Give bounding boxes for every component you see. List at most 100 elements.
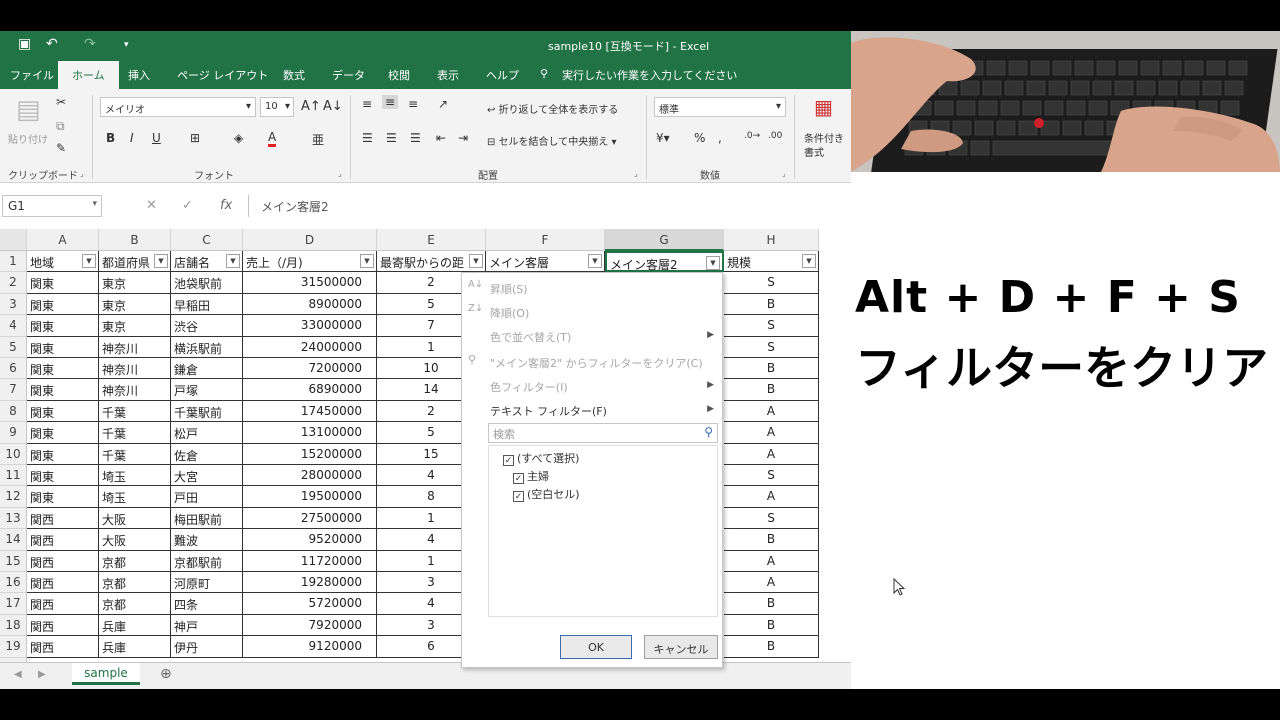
row-header[interactable]: 12	[0, 486, 27, 508]
conditional-format-icon[interactable]: ▦	[814, 95, 833, 119]
dialog-launcher-icon[interactable]: ⌟	[634, 169, 638, 178]
table-cell[interactable]: 佐倉	[171, 443, 243, 465]
dialog-launcher-icon[interactable]: ⌟	[782, 169, 786, 178]
table-cell[interactable]: 関西	[27, 529, 99, 551]
align-right-icon[interactable]: ☰	[410, 131, 421, 145]
table-cell[interactable]: 24000000	[243, 336, 377, 358]
font-size-combo[interactable]: 10 ▾	[260, 97, 294, 117]
table-cell[interactable]: 11720000	[243, 550, 377, 572]
filter-dropdown-icon[interactable]: ▼	[588, 254, 602, 268]
table-cell[interactable]: A	[724, 400, 819, 423]
table-cell[interactable]: 神奈川	[99, 358, 171, 380]
table-cell[interactable]: 埼玉	[99, 465, 171, 487]
table-cell[interactable]: S	[724, 315, 819, 337]
row-header[interactable]: 19	[0, 636, 27, 658]
table-cell[interactable]: B	[724, 593, 819, 615]
clear-filter-item[interactable]: "メイン客層2" からフィルターをクリア(C)	[490, 355, 703, 371]
tab-insert[interactable]: 挿入	[128, 67, 150, 83]
table-cell[interactable]: 東京	[99, 315, 171, 337]
undo-icon[interactable]: ↶	[46, 36, 58, 52]
table-cell[interactable]: 19500000	[243, 486, 377, 508]
table-cell[interactable]: 関東	[27, 400, 99, 423]
row-header[interactable]: 2	[0, 272, 27, 294]
table-cell[interactable]: 関西	[27, 507, 99, 530]
table-cell[interactable]: 28000000	[243, 465, 377, 487]
table-cell[interactable]: A	[724, 486, 819, 508]
table-cell[interactable]: 千葉駅前	[171, 400, 243, 423]
cancel-button[interactable]: キャンセル	[644, 635, 718, 659]
decrease-font-icon[interactable]: A↓	[323, 99, 343, 114]
table-cell[interactable]: 19280000	[243, 572, 377, 594]
table-cell[interactable]: 関西	[27, 636, 99, 658]
orientation-icon[interactable]: ↗	[438, 97, 448, 111]
sort-by-color-item[interactable]: 色で並べ替え(T)	[490, 329, 571, 345]
header-cell[interactable]: 売上（/月) ▼	[243, 251, 377, 273]
table-cell[interactable]: 関西	[27, 593, 99, 615]
font-color-icon[interactable]: A	[268, 131, 277, 147]
font-name-combo[interactable]: メイリオ ▾	[100, 97, 256, 117]
dialog-launcher-icon[interactable]: ⌟	[80, 169, 84, 178]
table-cell[interactable]: 6890000	[243, 379, 377, 401]
currency-icon[interactable]: ¥▾	[656, 131, 670, 145]
tell-me-box[interactable]: 実行したい作業を入力してください	[562, 67, 737, 83]
table-cell[interactable]: B	[724, 293, 819, 316]
header-cell[interactable]: 地域 ▼	[27, 251, 99, 273]
table-cell[interactable]: 戸塚	[171, 379, 243, 401]
table-cell[interactable]: 埼玉	[99, 486, 171, 508]
paste-button[interactable]: 貼り付け	[8, 131, 48, 146]
customize-toolbar-icon[interactable]: ▾	[124, 40, 129, 50]
table-cell[interactable]: 関東	[27, 336, 99, 358]
table-cell[interactable]: 梅田駅前	[171, 507, 243, 530]
table-cell[interactable]: B	[724, 614, 819, 637]
header-cell[interactable]: 都道府県 ▼	[99, 251, 171, 273]
filter-search-input[interactable]: 検索 ⚲	[488, 423, 718, 443]
table-cell[interactable]: 7200000	[243, 358, 377, 380]
row-header[interactable]: 17	[0, 593, 27, 615]
table-cell[interactable]: B	[724, 379, 819, 401]
ok-button[interactable]: OK	[560, 635, 632, 659]
bold-icon[interactable]: B	[106, 131, 115, 145]
percent-icon[interactable]: %	[694, 131, 705, 145]
column-header-e[interactable]: E	[377, 229, 486, 251]
table-cell[interactable]: A	[724, 550, 819, 572]
tab-help[interactable]: ヘルプ	[486, 67, 519, 83]
table-cell[interactable]: S	[724, 336, 819, 358]
number-format-combo[interactable]: 標準 ▾	[654, 97, 786, 117]
align-top-icon[interactable]: ≡	[362, 97, 372, 111]
filter-dropdown-icon[interactable]: ▼	[82, 254, 96, 268]
formula-input[interactable]: メイン客層2	[248, 195, 851, 217]
italic-icon[interactable]: I	[130, 131, 134, 145]
select-all-corner[interactable]	[0, 229, 27, 251]
table-cell[interactable]: 大宮	[171, 465, 243, 487]
table-cell[interactable]: 東京	[99, 272, 171, 294]
row-header[interactable]: 3	[0, 293, 27, 316]
tab-formulas[interactable]: 数式	[283, 67, 305, 83]
column-header-g[interactable]: G	[605, 229, 724, 251]
table-cell[interactable]: S	[724, 465, 819, 487]
color-filter-item[interactable]: 色フィルター(I)	[490, 379, 568, 395]
row-header[interactable]: 11	[0, 465, 27, 487]
table-cell[interactable]: 関東	[27, 443, 99, 465]
row-header[interactable]: 13	[0, 507, 27, 530]
table-cell[interactable]: 千葉	[99, 400, 171, 423]
dialog-launcher-icon[interactable]: ⌟	[338, 169, 342, 178]
table-cell[interactable]: 京都	[99, 572, 171, 594]
phonetic-icon[interactable]: 亜	[312, 131, 324, 148]
table-cell[interactable]: 京都駅前	[171, 550, 243, 572]
table-cell[interactable]: 関東	[27, 315, 99, 337]
table-cell[interactable]: 神奈川	[99, 336, 171, 358]
table-cell[interactable]: A	[724, 422, 819, 444]
checkbox-housewife[interactable]: ✓ 主婦	[513, 468, 549, 484]
table-cell[interactable]: 9520000	[243, 529, 377, 551]
row-header[interactable]: 14	[0, 529, 27, 551]
sort-descending-item[interactable]: 降順(O)	[490, 305, 529, 321]
cancel-icon[interactable]: ✕	[146, 198, 157, 213]
tab-page-layout[interactable]: ページ レイアウト	[177, 67, 268, 83]
row-header[interactable]: 16	[0, 572, 27, 594]
sheet-tab-sample[interactable]: sample	[72, 663, 140, 685]
table-cell[interactable]: 9120000	[243, 636, 377, 658]
table-cell[interactable]: 関東	[27, 379, 99, 401]
table-cell[interactable]: 神戸	[171, 614, 243, 637]
table-cell[interactable]: 京都	[99, 593, 171, 615]
table-cell[interactable]: S	[724, 272, 819, 294]
